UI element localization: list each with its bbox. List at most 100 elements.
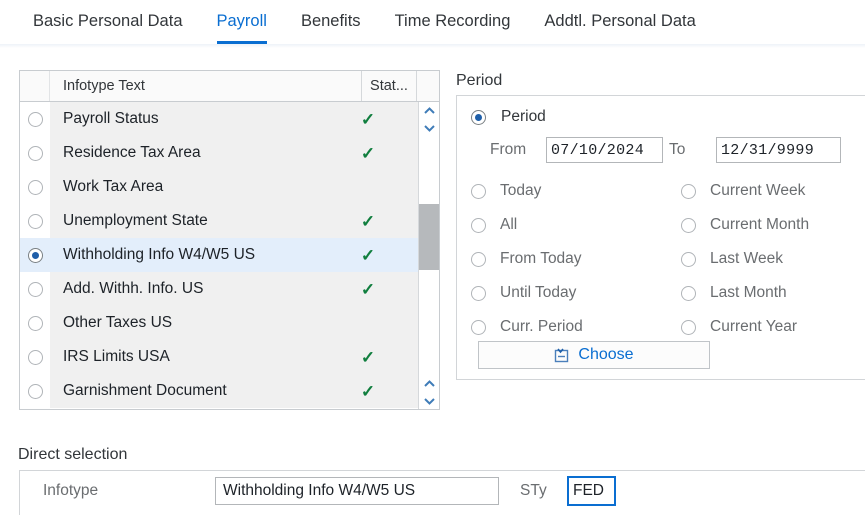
sty-input[interactable]: FED bbox=[567, 476, 616, 506]
choose-button[interactable]: Choose bbox=[478, 341, 710, 369]
row-radio-cell[interactable] bbox=[20, 340, 50, 374]
row-status: ✓ bbox=[340, 102, 396, 136]
row-radio-cell[interactable] bbox=[20, 170, 50, 204]
table-row[interactable]: Add. Withh. Info. US ✓ bbox=[20, 272, 418, 306]
tab-basic-personal-data[interactable]: Basic Personal Data bbox=[33, 1, 183, 44]
table-row[interactable]: Garnishment Document ✓ bbox=[20, 374, 418, 408]
period-option-today[interactable]: Today bbox=[471, 174, 681, 208]
row-spacer bbox=[396, 374, 418, 408]
period-radio-label: Period bbox=[501, 108, 546, 125]
tab-benefits[interactable]: Benefits bbox=[301, 1, 361, 44]
row-status: ✓ bbox=[340, 204, 396, 238]
table-row[interactable]: Unemployment State ✓ bbox=[20, 204, 418, 238]
check-icon: ✓ bbox=[360, 245, 376, 265]
row-radio-cell[interactable] bbox=[20, 238, 50, 272]
table-row[interactable]: Residence Tax Area ✓ bbox=[20, 136, 418, 170]
row-radio-button[interactable] bbox=[27, 315, 43, 331]
scroll-thumb[interactable] bbox=[419, 204, 439, 270]
infotype-list-panel: Infotype Text Stat... Payroll Status ✓ R… bbox=[19, 70, 440, 410]
infotype-list-header: Infotype Text Stat... bbox=[20, 71, 439, 102]
option-label: Current Year bbox=[710, 318, 798, 335]
row-radio-cell[interactable] bbox=[20, 272, 50, 306]
radio-button[interactable] bbox=[471, 251, 486, 267]
check-icon: ✓ bbox=[360, 347, 376, 367]
table-row-selected[interactable]: Withholding Info W4/W5 US ✓ bbox=[20, 238, 418, 272]
table-row[interactable]: Other Taxes US bbox=[20, 306, 418, 340]
tab-bar: Basic Personal Data Payroll Benefits Tim… bbox=[0, 0, 865, 45]
option-label: Current Week bbox=[710, 182, 806, 199]
period-option-current-year[interactable]: Current Year bbox=[681, 310, 861, 344]
radio-button[interactable] bbox=[471, 183, 486, 199]
row-radio-button[interactable] bbox=[27, 145, 43, 161]
radio-button[interactable] bbox=[471, 217, 486, 233]
tab-time-recording[interactable]: Time Recording bbox=[395, 1, 511, 44]
row-status bbox=[340, 170, 396, 204]
row-radio-button[interactable] bbox=[27, 111, 43, 127]
period-option-until-today[interactable]: Until Today bbox=[471, 276, 681, 310]
row-status: ✓ bbox=[340, 340, 396, 374]
row-label: Work Tax Area bbox=[63, 178, 164, 195]
option-label: All bbox=[500, 216, 518, 233]
period-option-curr-period[interactable]: Curr. Period bbox=[471, 310, 681, 344]
row-spacer bbox=[396, 204, 418, 238]
row-radio-cell[interactable] bbox=[20, 102, 50, 136]
scroll-page-up-icon[interactable] bbox=[419, 375, 439, 392]
row-status: ✓ bbox=[340, 272, 396, 306]
table-row[interactable]: IRS Limits USA ✓ bbox=[20, 340, 418, 374]
scroll-page-down-icon[interactable] bbox=[419, 392, 439, 409]
check-icon: ✓ bbox=[360, 211, 376, 231]
from-date-input[interactable]: 07/10/2024 bbox=[546, 137, 663, 163]
row-spacer bbox=[396, 170, 418, 204]
row-radio-cell[interactable] bbox=[20, 374, 50, 408]
period-option-last-month[interactable]: Last Month bbox=[681, 276, 861, 310]
row-spacer bbox=[396, 136, 418, 170]
period-option-current-week[interactable]: Current Week bbox=[681, 174, 861, 208]
row-radio-cell[interactable] bbox=[20, 306, 50, 340]
radio-button[interactable] bbox=[471, 319, 486, 335]
radio-button[interactable] bbox=[681, 251, 696, 267]
row-label: Garnishment Document bbox=[63, 382, 227, 399]
tab-payroll[interactable]: Payroll bbox=[216, 1, 268, 44]
row-status bbox=[340, 306, 396, 340]
list-vertical-scrollbar[interactable] bbox=[418, 102, 439, 409]
period-panel: Period From 07/10/2024 To 12/31/9999 Tod… bbox=[456, 95, 865, 380]
header-radio-column bbox=[20, 71, 50, 101]
period-radio-button[interactable] bbox=[471, 109, 486, 125]
row-radio-button[interactable] bbox=[27, 179, 43, 195]
infotype-input[interactable]: Withholding Info W4/W5 US bbox=[215, 477, 499, 505]
row-status: ✓ bbox=[340, 374, 396, 408]
row-spacer bbox=[396, 306, 418, 340]
period-option-from-today[interactable]: From Today bbox=[471, 242, 681, 276]
row-radio-button[interactable] bbox=[27, 281, 43, 297]
row-label: Payroll Status bbox=[63, 110, 159, 127]
row-radio-button[interactable] bbox=[27, 213, 43, 229]
tabstrip-shadow bbox=[0, 44, 865, 48]
scroll-track[interactable] bbox=[419, 136, 439, 375]
row-radio-cell[interactable] bbox=[20, 136, 50, 170]
scroll-up-icon[interactable] bbox=[419, 102, 439, 119]
chevron-down-glyph bbox=[423, 124, 435, 132]
row-label: Unemployment State bbox=[63, 212, 208, 229]
row-radio-cell[interactable] bbox=[20, 204, 50, 238]
radio-button[interactable] bbox=[681, 285, 696, 301]
option-label: Last Month bbox=[710, 284, 787, 301]
radio-button[interactable] bbox=[681, 183, 696, 199]
table-row[interactable]: Payroll Status ✓ bbox=[20, 102, 418, 136]
period-option-current-month[interactable]: Current Month bbox=[681, 208, 861, 242]
scroll-down-icon[interactable] bbox=[419, 119, 439, 136]
table-row[interactable]: Work Tax Area bbox=[20, 170, 418, 204]
radio-button[interactable] bbox=[471, 285, 486, 301]
row-status: ✓ bbox=[340, 238, 396, 272]
row-radio-button[interactable] bbox=[27, 383, 43, 399]
tab-addtl-personal-data[interactable]: Addtl. Personal Data bbox=[544, 1, 695, 44]
to-date-input[interactable]: 12/31/9999 bbox=[716, 137, 841, 163]
radio-button[interactable] bbox=[681, 319, 696, 335]
check-icon: ✓ bbox=[360, 109, 376, 129]
row-radio-button-selected[interactable] bbox=[27, 247, 43, 263]
period-option-all[interactable]: All bbox=[471, 208, 681, 242]
period-option-last-week[interactable]: Last Week bbox=[681, 242, 861, 276]
check-icon: ✓ bbox=[360, 381, 376, 401]
period-radio-option[interactable]: Period bbox=[471, 108, 546, 126]
radio-button[interactable] bbox=[681, 217, 696, 233]
row-radio-button[interactable] bbox=[27, 349, 43, 365]
